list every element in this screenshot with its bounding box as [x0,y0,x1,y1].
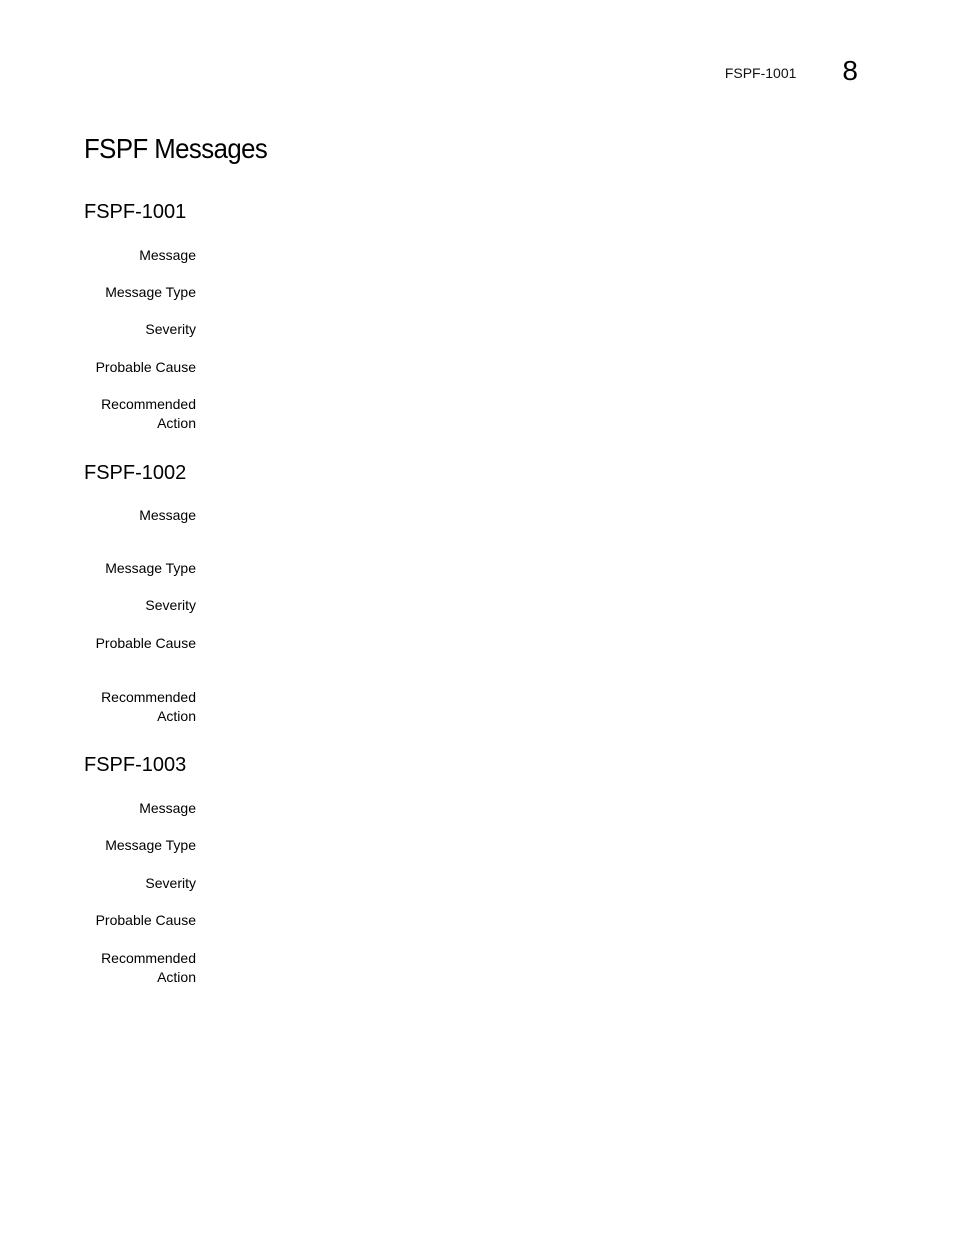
field-label-message: Message [139,800,196,816]
page-title: FSPF Messages [84,133,268,164]
section-title: FSPF-1002 [84,462,187,484]
field-label-probable-cause: Probable Cause [95,912,196,928]
field-label-message-type: Message Type [105,837,196,853]
field-label-message: Message [139,507,196,523]
field-label-severity: Severity [145,597,196,613]
field-label-line: Recommended [101,689,196,705]
chapter-number: 8 [842,55,858,86]
field-label-severity: Severity [145,321,196,337]
field-label-message-type: Message Type [105,284,196,300]
field-label-message-type: Message Type [105,560,196,576]
message-section: FSPF-1003 Message Message Type Severity … [84,753,884,985]
field-label-severity: Severity [145,875,196,891]
field-label-line: Recommended [101,950,196,966]
field-label-line: Recommended [101,396,196,412]
field-label-recommended-action: Recommended Action [84,688,196,726]
field-label-line: Action [157,708,196,724]
field-label-recommended-action: Recommended Action [84,395,196,433]
message-section: FSPF-1001 Message Message Type Severity … [84,200,884,431]
section-title: FSPF-1003 [84,754,187,776]
field-label-line: Action [157,415,196,431]
running-header-title: FSPF-1001 [724,65,797,81]
field-label-probable-cause: Probable Cause [95,635,196,651]
message-section: FSPF-1002 Message Message Type Severity … [84,461,884,724]
field-label-recommended-action: Recommended Action [84,949,196,987]
field-label-probable-cause: Probable Cause [95,359,196,375]
running-header: FSPF-1001 8 [725,55,858,87]
field-label-message: Message [139,247,196,263]
section-title: FSPF-1001 [84,201,187,223]
field-label-line: Action [157,969,196,985]
